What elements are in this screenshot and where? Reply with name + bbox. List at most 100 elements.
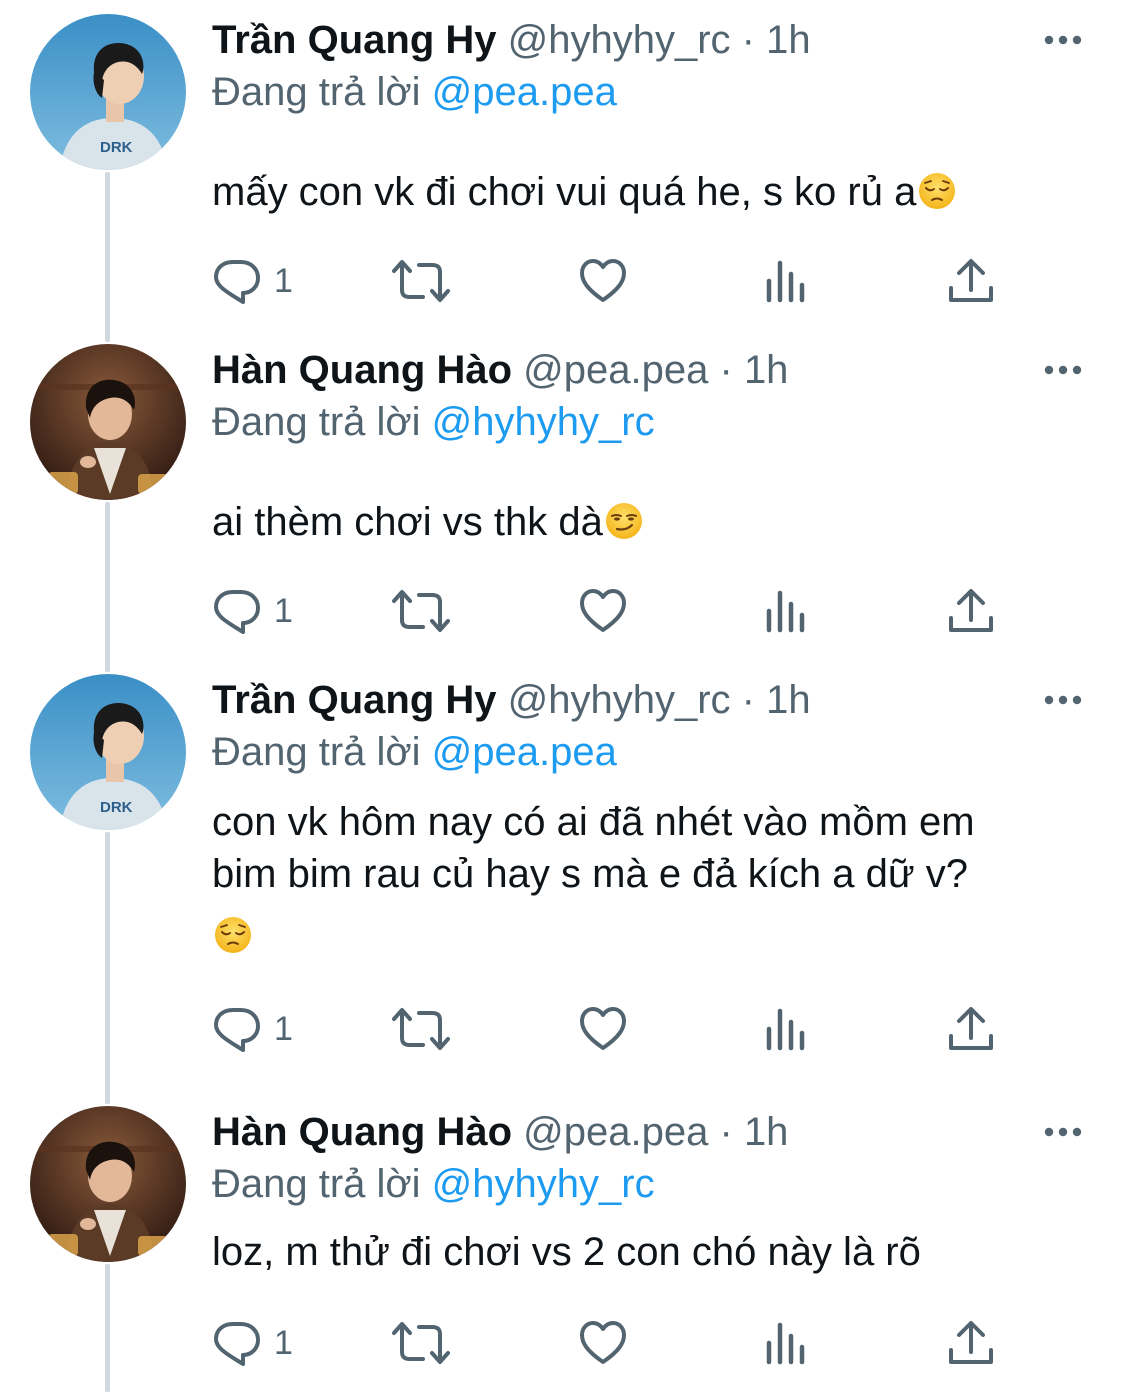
user-handle[interactable]: @hyhyhy_rc — [508, 18, 731, 62]
display-name[interactable]: Trần Quang Hy — [212, 18, 497, 62]
tweet[interactable]: DRK Trần Quang Hy @hyhyhy_rc · 1h Đang trả… — [0, 14, 1125, 311]
views-icon — [764, 586, 808, 636]
views-icon — [764, 256, 808, 306]
views-icon — [764, 1004, 808, 1054]
pensive-face-emoji — [212, 914, 253, 958]
reply-icon — [212, 1004, 262, 1054]
share-button[interactable] — [946, 999, 996, 1059]
tweet-text-line: con vk hôm nay có ai đã nhét vào mồm em — [212, 800, 975, 844]
replying-prefix: Đang trả lời — [212, 400, 421, 444]
views-button[interactable] — [764, 999, 808, 1059]
avatar[interactable] — [30, 344, 186, 500]
tweet[interactable]: Hàn Quang Hào @pea.pea · 1h Đang trả lời … — [0, 1106, 1125, 1373]
svg-text:DRK: DRK — [100, 139, 133, 156]
retweet-icon — [390, 256, 452, 306]
svg-text:DRK: DRK — [100, 799, 133, 816]
tweet-header: Trần Quang Hy @hyhyhy_rc · 1h — [212, 674, 811, 726]
views-icon — [764, 1318, 808, 1368]
display-name[interactable]: Trần Quang Hy — [212, 678, 497, 722]
share-button[interactable] — [946, 581, 996, 641]
share-button[interactable] — [946, 251, 996, 311]
tweet-time[interactable]: 1h — [766, 678, 811, 722]
tweet-text-line — [212, 910, 1072, 962]
reply-button[interactable]: 1 — [212, 251, 293, 311]
action-bar: 1 — [212, 999, 1072, 1059]
like-button[interactable] — [578, 1313, 628, 1373]
retweet-button[interactable] — [390, 1313, 452, 1373]
like-icon — [578, 1004, 628, 1054]
user-handle[interactable]: @pea.pea — [523, 348, 708, 392]
reply-button[interactable]: 1 — [212, 581, 293, 641]
more-icon[interactable] — [1043, 1120, 1083, 1144]
separator-dot: · — [741, 18, 755, 62]
user-handle[interactable]: @pea.pea — [523, 1110, 708, 1154]
views-button[interactable] — [764, 581, 808, 641]
reply-icon — [212, 586, 262, 636]
mention-link[interactable]: @hyhyhy_rc — [432, 1162, 655, 1206]
separator-dot: · — [719, 1110, 733, 1154]
mention-link[interactable]: @pea.pea — [432, 70, 617, 114]
more-icon[interactable] — [1043, 358, 1083, 382]
replying-to: Đang trả lời @pea.pea — [212, 66, 617, 118]
tweet-text-line: mấy con vk đi chơi vui quá he, s ko rủ a — [212, 166, 1072, 218]
mention-link[interactable]: @hyhyhy_rc — [432, 400, 655, 444]
action-bar: 1 — [212, 1313, 1072, 1373]
tweet[interactable]: Hàn Quang Hào @pea.pea · 1h Đang trả lời … — [0, 344, 1125, 641]
user-handle[interactable]: @hyhyhy_rc — [508, 678, 731, 722]
views-button[interactable] — [764, 251, 808, 311]
mention-link[interactable]: @pea.pea — [432, 730, 617, 774]
more-icon[interactable] — [1043, 688, 1083, 712]
retweet-button[interactable] — [390, 581, 452, 641]
retweet-icon — [390, 1004, 452, 1054]
retweet-icon — [390, 586, 452, 636]
tweet-time[interactable]: 1h — [744, 1110, 789, 1154]
reply-count: 1 — [274, 262, 293, 300]
avatar[interactable] — [30, 1106, 186, 1262]
replying-to: Đang trả lời @hyhyhy_rc — [212, 396, 655, 448]
action-bar: 1 — [212, 251, 1072, 311]
views-button[interactable] — [764, 1313, 808, 1373]
like-icon — [578, 1318, 628, 1368]
like-button[interactable] — [578, 251, 628, 311]
avatar[interactable]: DRK — [30, 14, 186, 170]
retweet-button[interactable] — [390, 999, 452, 1059]
tweet-time[interactable]: 1h — [766, 18, 811, 62]
replying-to: Đang trả lời @hyhyhy_rc — [212, 1158, 655, 1210]
retweet-button[interactable] — [390, 251, 452, 311]
tweet-text: con vk hôm nay có ai đã nhét vào mồm em b… — [212, 796, 1072, 962]
reply-count: 1 — [274, 1010, 293, 1048]
tweet-text: ai thèm chơi vs thk dà — [212, 496, 1072, 548]
tweet-text: loz, m thử đi chơi vs 2 con chó này là r… — [212, 1226, 1072, 1278]
share-icon — [946, 1318, 996, 1368]
like-icon — [578, 256, 628, 306]
reply-button[interactable]: 1 — [212, 999, 293, 1059]
tweet-header: Hàn Quang Hào @pea.pea · 1h — [212, 1106, 788, 1158]
reply-button[interactable]: 1 — [212, 1313, 293, 1373]
tweet-text-line: loz, m thử đi chơi vs 2 con chó này là r… — [212, 1230, 921, 1274]
like-button[interactable] — [578, 999, 628, 1059]
tweet-text-line: ai thèm chơi vs thk dà — [212, 496, 1072, 548]
avatar[interactable]: DRK — [30, 674, 186, 830]
separator-dot: · — [741, 678, 755, 722]
reply-count: 1 — [274, 592, 293, 630]
like-button[interactable] — [578, 581, 628, 641]
pensive-face-emoji — [916, 170, 957, 214]
tweet-time[interactable]: 1h — [744, 348, 789, 392]
tweet-text-line: bim bim rau củ hay s mà e đả kích a dữ v… — [212, 852, 968, 896]
tweet-text: mấy con vk đi chơi vui quá he, s ko rủ a — [212, 166, 1072, 218]
retweet-icon — [390, 1318, 452, 1368]
like-icon — [578, 586, 628, 636]
display-name[interactable]: Hàn Quang Hào — [212, 348, 512, 392]
share-icon — [946, 256, 996, 306]
share-button[interactable] — [946, 1313, 996, 1373]
separator-dot: · — [719, 348, 733, 392]
reply-icon — [212, 1318, 262, 1368]
tweet[interactable]: DRK Trần Quang Hy @hyhyhy_rc · 1h Đang trả… — [0, 674, 1125, 1059]
reply-count: 1 — [274, 1324, 293, 1362]
replying-prefix: Đang trả lời — [212, 1162, 421, 1206]
more-icon[interactable] — [1043, 28, 1083, 52]
replying-to: Đang trả lời @pea.pea — [212, 726, 617, 778]
display-name[interactable]: Hàn Quang Hào — [212, 1110, 512, 1154]
share-icon — [946, 1004, 996, 1054]
tweet-header: Trần Quang Hy @hyhyhy_rc · 1h — [212, 14, 811, 66]
